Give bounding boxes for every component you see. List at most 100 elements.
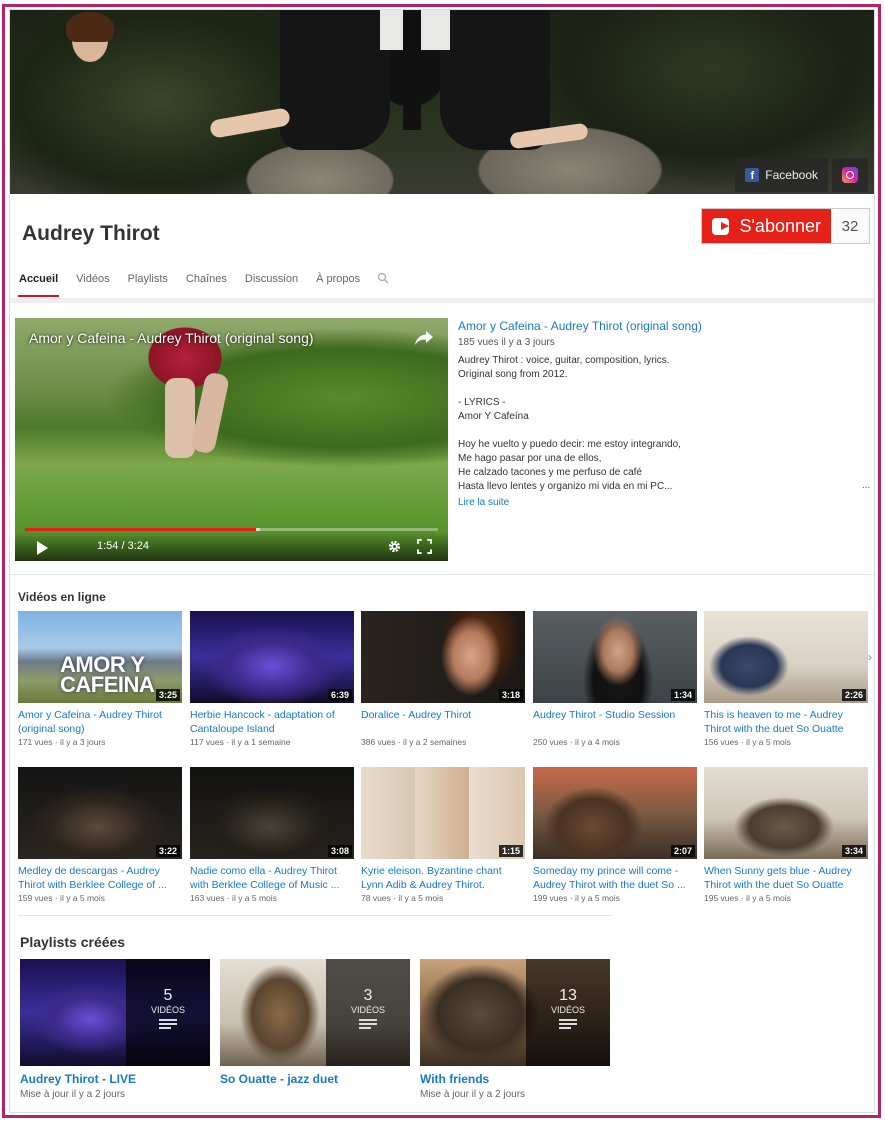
description-ellipsis: ...: [862, 480, 871, 491]
play-icon[interactable]: [37, 541, 48, 555]
video-title[interactable]: Audrey Thirot - Studio Session: [533, 708, 697, 736]
playlist-title[interactable]: Audrey Thirot - LIVE: [20, 1072, 210, 1086]
video-duration: 3:22: [155, 845, 180, 857]
fullscreen-icon[interactable]: [417, 539, 432, 554]
instagram-link[interactable]: [832, 158, 868, 192]
video-title[interactable]: Herbie Hancock - adaptation of Cantaloup…: [190, 708, 354, 736]
video-title[interactable]: Nadie como ella - Audrey Thirot with Ber…: [190, 864, 354, 892]
video-card[interactable]: 3:34 When Sunny gets blue - Audrey Thirot…: [704, 767, 868, 903]
video-duration: 1:15: [498, 845, 523, 857]
player-time: 1:54 / 3:24: [97, 540, 149, 552]
tabs-divider: [10, 298, 874, 303]
video-duration: 6:39: [327, 689, 352, 701]
video-title[interactable]: Medley de descargas - Audrey Thirot with…: [18, 864, 182, 892]
video-duration: 2:26: [841, 689, 866, 701]
playlist-icon: [159, 1019, 177, 1029]
tab-chaines[interactable]: Chaînes: [177, 272, 236, 298]
video-card[interactable]: 2:26 This is heaven to me - Audrey Thirot…: [704, 611, 868, 747]
video-meta: 199 vues · il y a 5 mois: [533, 893, 620, 903]
video-title[interactable]: Doralice - Audrey Thirot: [361, 708, 525, 736]
video-title[interactable]: Kyrie eleison. Byzantine chant Lynn Adib…: [361, 864, 525, 892]
tab-accueil[interactable]: Accueil: [10, 272, 67, 298]
playlist-meta: Mise à jour il y a 2 jours: [420, 1089, 526, 1100]
playlist-card[interactable]: 5 VIDÉOS Audrey Thirot - LIVE Mise à jour i…: [20, 959, 210, 1100]
tab-a-propos[interactable]: À propos: [307, 272, 369, 298]
playlist-title[interactable]: So Ouatte - jazz duet: [220, 1072, 410, 1086]
video-still-figure: [165, 378, 195, 458]
player-title[interactable]: Amor y Cafeina - Audrey Thirot (original…: [29, 330, 314, 346]
playlist-card[interactable]: 13 VIDÉOS With friends Mise à jour il y a 2…: [420, 959, 610, 1100]
instagram-icon: [842, 167, 858, 183]
video-thumbnail[interactable]: 1:34: [533, 611, 697, 703]
search-icon[interactable]: [377, 272, 389, 284]
facebook-label: Facebook: [765, 168, 818, 182]
video-title[interactable]: When Sunny gets blue - Audrey Thirot wit…: [704, 864, 868, 892]
playlist-thumbnail[interactable]: 13 VIDÉOS: [420, 959, 610, 1066]
share-icon[interactable]: [414, 330, 434, 346]
tab-discussion[interactable]: Discussion: [236, 272, 307, 298]
tab-videos[interactable]: Vidéos: [67, 272, 118, 298]
progress-played: [25, 528, 257, 531]
banner-hand-left: [209, 107, 291, 139]
video-duration: 3:18: [498, 689, 523, 701]
social-links: f Facebook: [735, 158, 868, 192]
video-duration: 1:34: [670, 689, 695, 701]
video-title[interactable]: Someday my prince will come - Audrey Thi…: [533, 864, 697, 892]
video-card[interactable]: 1:34 Audrey Thirot - Studio Session 250 vu…: [533, 611, 697, 747]
video-meta: 386 vues · il y a 2 semaines: [361, 737, 467, 747]
read-more-link[interactable]: Lire la suite: [458, 497, 509, 508]
video-thumbnail[interactable]: 1:15: [361, 767, 525, 859]
playlist-overlay: 5 VIDÉOS: [126, 959, 210, 1066]
video-meta: 250 vues · il y a 4 mois: [533, 737, 620, 747]
playlist-card[interactable]: 3 VIDÉOS So Ouatte - jazz duet: [220, 959, 410, 1089]
subscribe-button[interactable]: S'abonner: [702, 209, 831, 243]
video-meta: 78 vues · il y a 5 mois: [361, 893, 444, 903]
playlist-thumbnail[interactable]: 5 VIDÉOS: [20, 959, 210, 1066]
playlist-count-label: VIDÉOS: [550, 1005, 585, 1015]
video-card[interactable]: AMOR Y CAFEINA 3:25 Amor y Cafeina - Audre…: [18, 611, 182, 747]
tab-playlists[interactable]: Playlists: [119, 272, 177, 298]
video-card[interactable]: 3:18 Doralice - Audrey Thirot 386 vues · i…: [361, 611, 525, 747]
chevron-right-icon[interactable]: ›: [868, 650, 872, 664]
featured-video-description: Audrey Thirot : voice, guitar, compositi…: [458, 355, 681, 492]
video-card[interactable]: 3:22 Medley de descargas - Audrey Thirot …: [18, 767, 182, 903]
featured-video-title[interactable]: Amor y Cafeina - Audrey Thirot (original…: [458, 319, 702, 333]
video-duration: 3:25: [155, 689, 180, 701]
facebook-icon: f: [745, 168, 760, 182]
video-title[interactable]: This is heaven to me - Audrey Thirot wit…: [704, 708, 868, 736]
featured-video-player[interactable]: Amor y Cafeina - Audrey Thirot (original…: [15, 318, 448, 561]
playlist-title[interactable]: With friends: [420, 1072, 610, 1086]
gear-icon[interactable]: [387, 539, 402, 554]
youtube-icon: [712, 217, 730, 235]
facebook-link[interactable]: f Facebook: [735, 158, 828, 192]
section-divider-2: [18, 915, 612, 916]
video-title[interactable]: Amor y Cafeina - Audrey Thirot (original…: [18, 708, 182, 736]
video-card[interactable]: 6:39 Herbie Hancock - adaptation of Canta…: [190, 611, 354, 747]
video-thumbnail[interactable]: 2:07: [533, 767, 697, 859]
videos-section-title: Vidéos en ligne: [18, 590, 106, 604]
video-thumbnail[interactable]: 3:08: [190, 767, 354, 859]
video-card[interactable]: 2:07 Someday my prince will come - Audrey…: [533, 767, 697, 903]
playlist-icon: [359, 1019, 377, 1029]
progress-bar[interactable]: [25, 528, 438, 531]
subscribe-label: S'abonner: [739, 215, 821, 236]
video-meta: 163 vues · il y a 5 mois: [190, 893, 277, 903]
playlist-thumbnail[interactable]: 3 VIDÉOS: [220, 959, 410, 1066]
channel-title: Audrey Thirot: [22, 222, 160, 245]
video-card[interactable]: 3:08 Nadie como ella - Audrey Thirot with…: [190, 767, 354, 903]
playlist-count-label: VIDÉOS: [350, 1005, 385, 1015]
video-thumbnail[interactable]: AMOR Y CAFEINA 3:25: [18, 611, 182, 703]
playlist-overlay: 13 VIDÉOS: [526, 959, 610, 1066]
video-thumbnail[interactable]: 3:22: [18, 767, 182, 859]
video-thumbnail[interactable]: 3:34: [704, 767, 868, 859]
video-thumbnail[interactable]: 2:26: [704, 611, 868, 703]
video-meta: 156 vues · il y a 5 mois: [704, 737, 791, 747]
banner-figure-head: [66, 12, 114, 62]
playlist-count: 5: [163, 987, 173, 1004]
video-duration: 3:08: [327, 845, 352, 857]
subscribe-widget: S'abonner 32: [701, 208, 870, 244]
video-thumbnail[interactable]: 6:39: [190, 611, 354, 703]
video-card[interactable]: 1:15 Kyrie eleison. Byzantine chant Lynn …: [361, 767, 525, 903]
subscriber-count: 32: [831, 209, 869, 243]
video-thumbnail[interactable]: 3:18: [361, 611, 525, 703]
